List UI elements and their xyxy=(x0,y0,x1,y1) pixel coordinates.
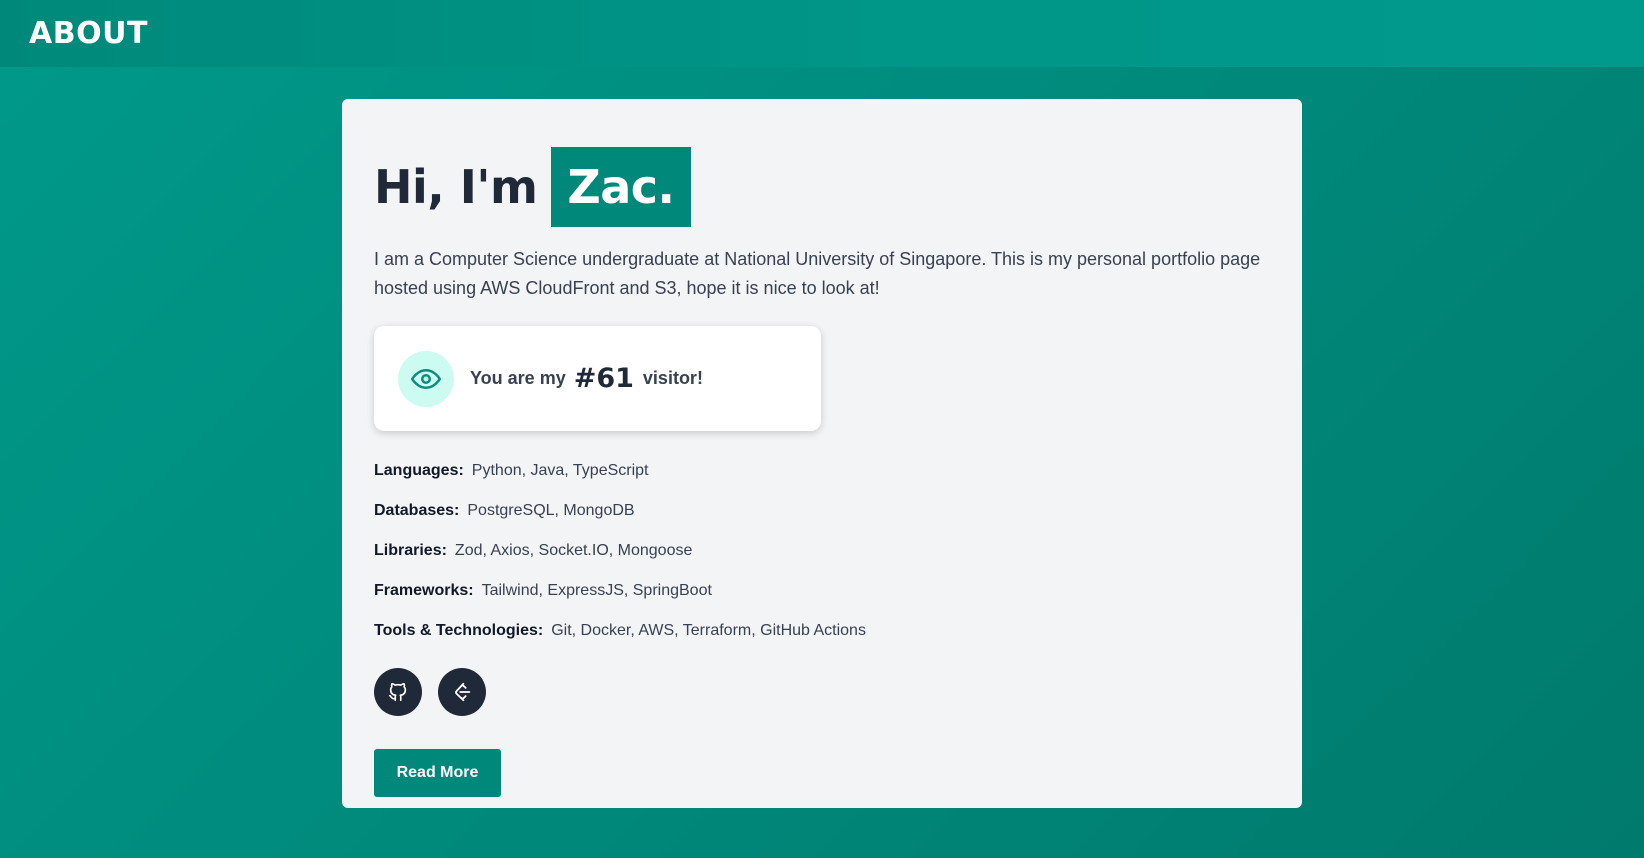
skill-value: PostgreSQL, MongoDB xyxy=(467,502,635,519)
github-icon xyxy=(387,681,409,703)
skill-row-databases: Databases: PostgreSQL, MongoDB xyxy=(374,501,1270,541)
skill-label: Tools & Technologies: xyxy=(374,622,544,639)
skill-value: Tailwind, ExpressJS, SpringBoot xyxy=(481,582,712,599)
social-links xyxy=(374,668,1270,716)
intro-paragraph: I am a Computer Science undergraduate at… xyxy=(374,249,1261,298)
skill-label: Frameworks: xyxy=(374,582,474,599)
skill-value: Zod, Axios, Socket.IO, Mongoose xyxy=(454,542,693,559)
skill-row-libraries: Libraries: Zod, Axios, Socket.IO, Mongoos… xyxy=(374,541,1270,581)
skill-value: Python, Java, TypeScript xyxy=(471,462,649,479)
eye-icon xyxy=(398,350,454,407)
skill-label: Databases: xyxy=(374,502,460,519)
visitor-count: #61 xyxy=(573,363,634,394)
skill-row-languages: Languages: Python, Java, TypeScript xyxy=(374,461,1270,501)
skill-value: Git, Docker, AWS, Terraform, GitHub Acti… xyxy=(551,622,866,639)
greeting-text: Hi, I'm xyxy=(374,160,538,214)
skill-label: Libraries: xyxy=(374,542,447,559)
skill-row-frameworks: Frameworks: Tailwind, ExpressJS, SpringBo… xyxy=(374,581,1270,621)
top-bar: ABOUT xyxy=(0,0,1644,67)
visitor-suffix: visitor! xyxy=(642,368,703,388)
hero-heading: Hi, I'm Zac. xyxy=(374,147,1270,227)
leetcode-icon xyxy=(451,681,473,703)
leetcode-link-button[interactable] xyxy=(438,668,486,716)
page-title: ABOUT xyxy=(29,16,148,51)
skill-row-tools: Tools & Technologies: Git, Docker, AWS, T… xyxy=(374,621,1270,661)
visitor-prefix: You are my xyxy=(470,368,566,388)
visitor-counter-card: You are my #61 visitor! xyxy=(374,326,821,431)
skills-list: Languages: Python, Java, TypeScript Datab… xyxy=(374,461,1270,661)
github-link-button[interactable] xyxy=(374,668,422,716)
name-highlight: Zac. xyxy=(551,147,691,227)
skill-label: Languages: xyxy=(374,462,464,479)
about-card: Hi, I'm Zac. I am a Computer Science und… xyxy=(342,99,1302,808)
read-more-button[interactable]: Read More xyxy=(374,749,501,797)
